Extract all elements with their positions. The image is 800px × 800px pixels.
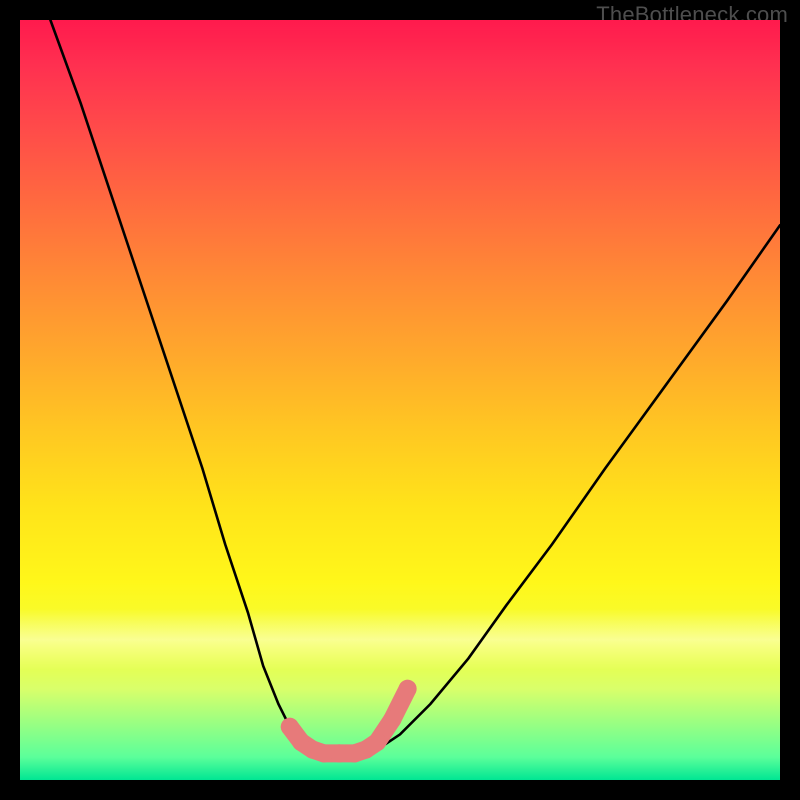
right-curve	[377, 225, 780, 749]
pink-marker-dot	[399, 680, 417, 698]
pink-marker-group	[281, 680, 417, 763]
left-curve	[50, 20, 312, 750]
chart-frame	[20, 20, 780, 780]
pink-marker-dot	[281, 718, 299, 736]
pink-marker-dot	[383, 710, 401, 728]
pink-marker-dot	[368, 733, 386, 751]
chart-overlay	[20, 20, 780, 780]
